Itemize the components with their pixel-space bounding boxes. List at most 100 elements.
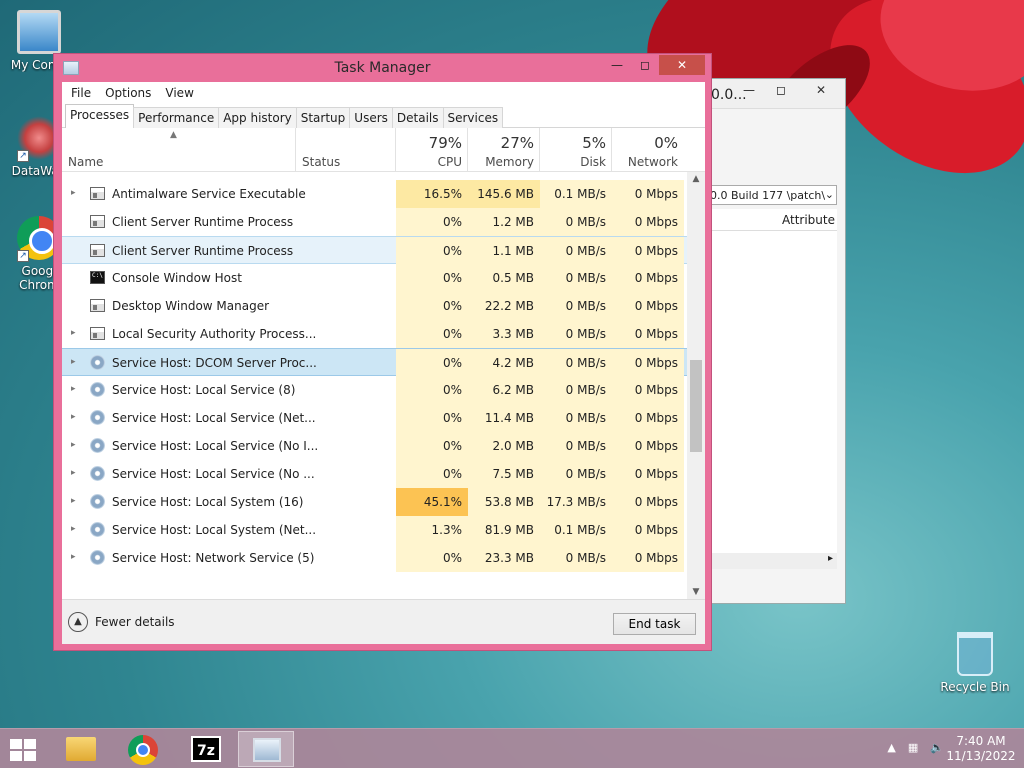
minimize-button[interactable]: — [603, 55, 631, 75]
table-row[interactable]: ▸ Antimalware Service Executable 16.5% 145.… [62, 180, 687, 208]
table-row[interactable]: Client Server Runtime Process 0% 1.2 MB 0 M… [62, 208, 687, 236]
gear-icon [90, 410, 105, 425]
disk-total-percent: 5% [582, 134, 606, 152]
table-row[interactable]: Client Server Runtime Process 0% 1.1 MB 0 M… [62, 236, 687, 265]
table-row[interactable]: ▸ Service Host: Local Service (Net... 0% 11… [62, 404, 687, 432]
process-name: Service Host: DCOM Server Proc... [112, 356, 317, 370]
title-bar[interactable]: Task Manager — ◻ ✕ [54, 54, 711, 82]
chevron-right-icon[interactable]: ▸ [71, 440, 76, 450]
tab-app-history[interactable]: App history [218, 107, 297, 128]
background-window[interactable]: 0.0... — ◻ ✕ 0.0 Build 177 \patch\ ⌄ Att… [700, 78, 846, 604]
tab-details[interactable]: Details [391, 107, 444, 128]
taskbar-7zip[interactable]: 7z [178, 731, 234, 767]
desktop-icon-label: Recycle Bin [940, 680, 1010, 694]
process-name: Service Host: Local Service (No I... [112, 439, 319, 453]
cpu-label: CPU [437, 155, 462, 169]
network-icon[interactable]: ▦ [908, 741, 918, 754]
chevron-right-icon[interactable]: ▸ [71, 412, 76, 422]
process-name: Service Host: Local Service (8) [112, 383, 296, 397]
speaker-icon[interactable]: 🔈 [930, 741, 944, 754]
process-name: Service Host: Local Service (Net... [112, 411, 316, 425]
scrollbar-thumb[interactable] [690, 360, 702, 452]
close-button[interactable]: ✕ [659, 55, 705, 75]
network-label: Network [627, 155, 678, 169]
taskbar-chrome[interactable] [115, 731, 171, 767]
memory-total-percent: 27% [500, 134, 534, 152]
column-header-attribute[interactable]: Attribute [709, 209, 837, 231]
windows-logo-icon [24, 751, 36, 761]
disk-cell: 0 MB/s [540, 432, 612, 460]
chevron-right-icon[interactable]: ▸ [71, 357, 76, 367]
path-combobox[interactable]: 0.0 Build 177 \patch\ ⌄ [709, 185, 837, 205]
tab-processes[interactable]: Processes [65, 104, 135, 129]
column-header-memory[interactable]: 27% Memory [468, 128, 540, 172]
window-icon [90, 187, 105, 200]
column-header-cpu[interactable]: 79% CPU [396, 128, 468, 172]
chevron-down-icon: ⌄ [824, 188, 834, 201]
menu-file[interactable]: File [64, 82, 98, 104]
clock-date: 11/13/2022 [946, 749, 1016, 763]
table-row[interactable]: ▸ Service Host: Network Service (5) 0% 23.3… [62, 544, 687, 572]
disk-cell: 0 MB/s [540, 404, 612, 432]
horizontal-scrollbar[interactable]: ▸ [709, 553, 837, 569]
cpu-cell: 45.1% [396, 488, 468, 516]
chevron-right-icon[interactable]: ▸ [71, 496, 76, 506]
vertical-scrollbar[interactable]: ▲ ▼ [687, 172, 705, 599]
tab-users[interactable]: Users [349, 107, 393, 128]
chevron-up-icon[interactable]: ▲ [687, 174, 705, 184]
chevron-right-icon[interactable]: ▸ [71, 468, 76, 478]
task-manager-window[interactable]: Task Manager — ◻ ✕ File Options View Pro… [53, 53, 712, 651]
maximize-icon[interactable]: ◻ [765, 79, 797, 101]
chevron-right-icon[interactable]: ▸ [71, 384, 76, 394]
taskbar-clock[interactable]: 7:40 AM 11/13/2022 [946, 734, 1016, 764]
disk-cell: 0 MB/s [540, 292, 612, 320]
maximize-button[interactable]: ◻ [631, 55, 659, 75]
tab-strip: Processes Performance App history Startu… [62, 104, 705, 129]
disk-cell: 0 MB/s [540, 237, 612, 265]
minimize-icon[interactable]: — [733, 79, 765, 101]
taskbar-task-manager[interactable] [238, 731, 294, 767]
gear-icon [90, 522, 105, 537]
table-row[interactable]: ▸ Service Host: Local System (Net... 1.3% 8… [62, 516, 687, 544]
background-window-list [709, 231, 837, 561]
tab-startup[interactable]: Startup [295, 107, 351, 128]
menu-options[interactable]: Options [98, 82, 158, 104]
network-cell: 0 Mbps [612, 237, 684, 265]
chevron-right-icon[interactable]: ▸ [71, 552, 76, 562]
column-header-name[interactable]: Name [62, 128, 295, 172]
table-row[interactable]: ▸ Service Host: Local Service (No I... 0% 2… [62, 432, 687, 460]
menu-view[interactable]: View [158, 82, 200, 104]
table-row[interactable]: ▸ Service Host: Local System (16) 45.1% 53.… [62, 488, 687, 516]
disk-cell: 0 MB/s [540, 264, 612, 292]
chevron-right-icon[interactable]: ▸ [71, 328, 76, 338]
taskbar-file-explorer[interactable] [52, 731, 108, 767]
chevron-down-icon[interactable]: ▼ [687, 587, 705, 597]
column-header-disk[interactable]: 5% Disk [540, 128, 612, 172]
process-name: Client Server Runtime Process [112, 244, 294, 258]
disk-cell: 0 MB/s [540, 376, 612, 404]
chevron-up-icon[interactable]: ▲ [887, 741, 895, 754]
table-row[interactable]: ▸ Service Host: Local Service (No ... 0% 7.… [62, 460, 687, 488]
column-header-network[interactable]: 0% Network [612, 128, 684, 172]
table-row[interactable]: Desktop Window Manager 0% 22.2 MB 0 MB/s 0 M… [62, 292, 687, 320]
chevron-right-icon[interactable]: ▸ [71, 524, 76, 534]
end-task-button[interactable]: End task [613, 613, 696, 635]
column-header-status[interactable]: Status [296, 128, 396, 172]
table-row[interactable]: Console Window Host 0%0.5 MB0 MB/s0 Mbps [62, 264, 687, 292]
tab-performance[interactable]: Performance [133, 107, 220, 128]
cpu-cell: 0% [396, 432, 468, 460]
desktop-icon-recycle-bin[interactable]: Recycle Bin [938, 632, 1012, 694]
chevron-right-icon[interactable]: ▸ [71, 188, 76, 198]
gear-icon [90, 438, 105, 453]
window-icon [90, 244, 105, 257]
table-row[interactable]: ▸ Local Security Authority Process... 0% 3.… [62, 320, 687, 348]
gear-icon [90, 355, 105, 370]
tab-services[interactable]: Services [442, 107, 504, 128]
disk-cell: 17.3 MB/s [540, 488, 612, 516]
fewer-details-button[interactable]: ▲ Fewer details [68, 612, 175, 632]
start-button[interactable] [6, 737, 40, 763]
close-icon[interactable]: ✕ [799, 79, 843, 101]
table-row[interactable]: ▸ Service Host: Local Service (8) 0% 6.2 MB… [62, 376, 687, 404]
table-row[interactable]: ▸ Service Host: DCOM Server Proc... 0% 4.2 … [62, 348, 687, 377]
cpu-cell: 0% [396, 404, 468, 432]
